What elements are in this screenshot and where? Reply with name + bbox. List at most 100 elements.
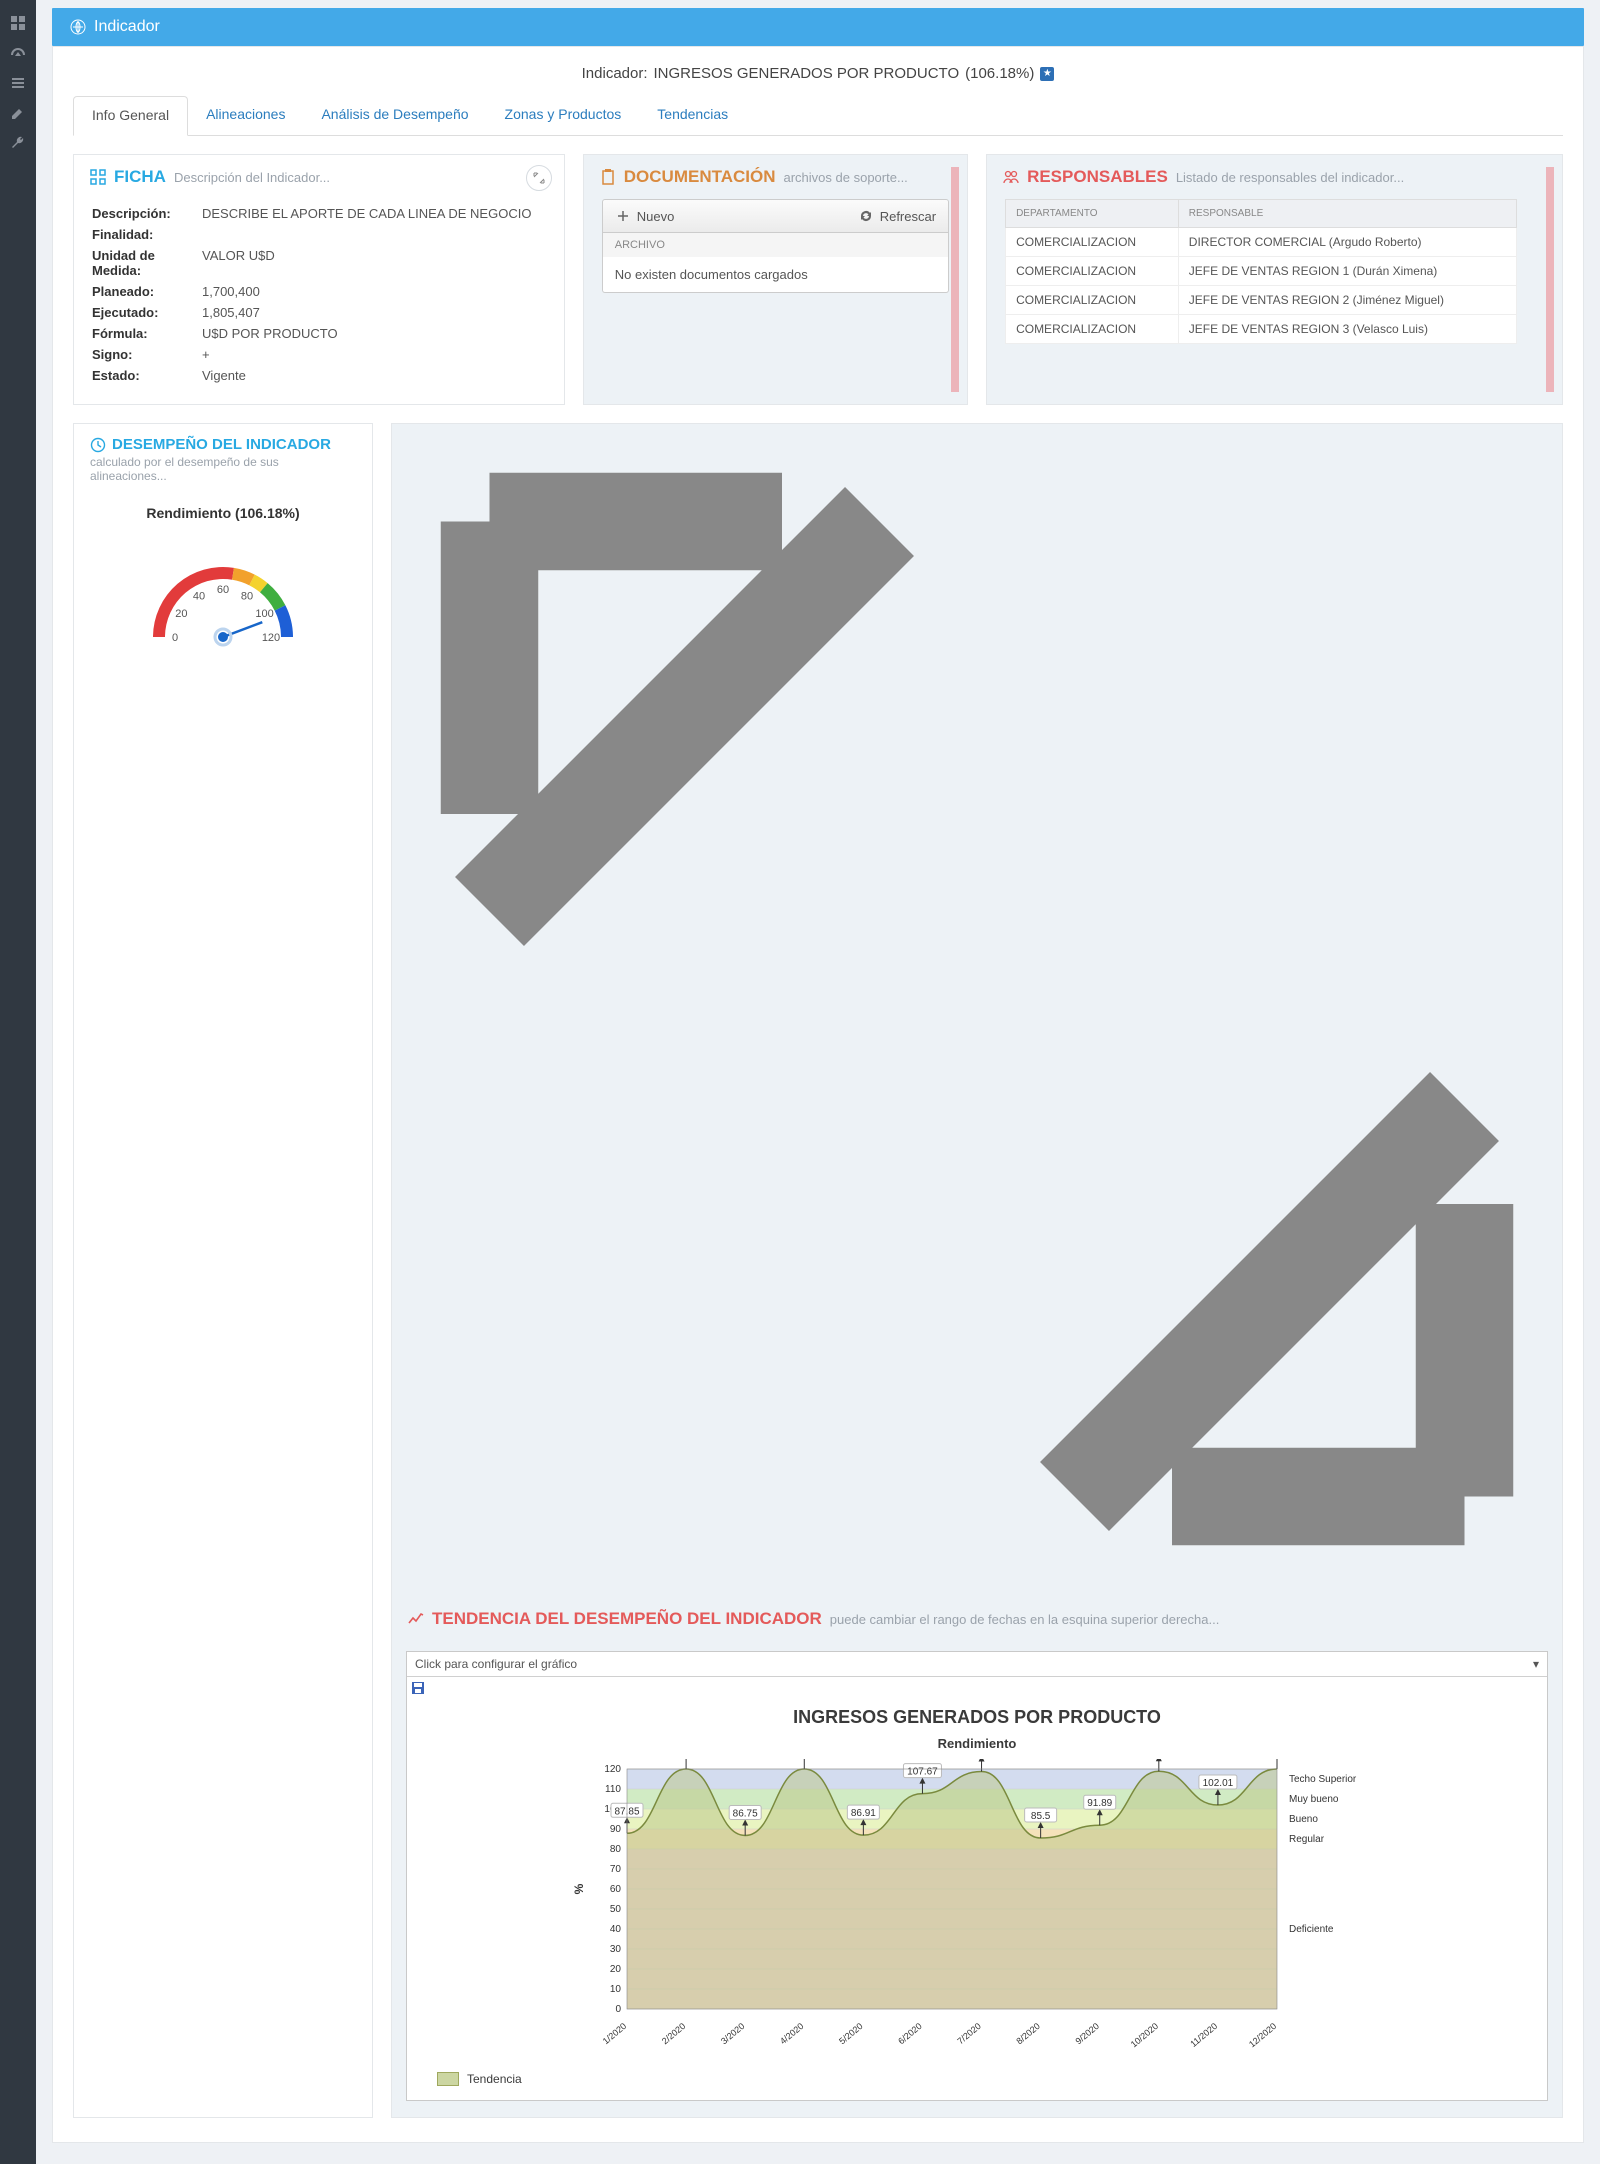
tab-alineaciones[interactable]: Alineaciones — [188, 96, 303, 135]
table-row[interactable]: COMERCIALIZACIONDIRECTOR COMERCIAL (Argu… — [1006, 228, 1517, 257]
refresh-icon — [858, 208, 874, 224]
svg-text:40: 40 — [610, 1924, 622, 1935]
svg-text:102.01: 102.01 — [1203, 1778, 1234, 1789]
svg-text:11/2020: 11/2020 — [1188, 2021, 1219, 2049]
doc-new-button[interactable]: Nuevo — [615, 208, 675, 224]
svg-text:4/2020: 4/2020 — [778, 2021, 806, 2046]
svg-text:30: 30 — [610, 1944, 622, 1955]
nav-dashboard-icon[interactable] — [0, 8, 36, 38]
svg-text:70: 70 — [610, 1864, 622, 1875]
page-title: Indicador — [94, 18, 160, 36]
ficha-subtitle: Descripción del Indicador... — [174, 170, 330, 185]
svg-text:91.89: 91.89 — [1087, 1798, 1112, 1809]
page-title-bar: Indicador — [52, 8, 1584, 46]
svg-text:7/2020: 7/2020 — [955, 2021, 983, 2046]
doc-refresh-button[interactable]: Refrescar — [858, 208, 936, 224]
svg-text:90: 90 — [610, 1824, 622, 1835]
responsables-table: DEPARTAMENTO RESPONSABLE COMERCIALIZACIO… — [1005, 199, 1517, 344]
grid-icon — [90, 169, 106, 185]
ficha-expand-button[interactable] — [526, 165, 552, 191]
svg-text:12/2020: 12/2020 — [1247, 2021, 1278, 2050]
nav-edit-icon[interactable] — [0, 98, 36, 128]
legend-swatch-icon — [437, 2072, 459, 2086]
panel-documentacion: DOCUMENTACIÓN archivos de soporte... Nue… — [583, 154, 968, 405]
trend-legend: Tendencia — [437, 2072, 1537, 2086]
indicator-header: Indicador: INGRESOS GENERADOS POR PRODUC… — [73, 61, 1563, 96]
trend-icon — [408, 1611, 424, 1627]
users-icon — [1003, 169, 1019, 185]
svg-text:Bueno: Bueno — [1289, 1814, 1318, 1825]
svg-text:100: 100 — [255, 608, 273, 620]
trend-subtitle: puede cambiar el rango de fechas en la e… — [830, 1612, 1220, 1627]
clock-icon — [90, 437, 106, 453]
doc-subtitle: archivos de soporte... — [784, 170, 908, 185]
svg-text:Regular: Regular — [1289, 1834, 1325, 1845]
svg-text:86.75: 86.75 — [733, 1809, 758, 1820]
svg-text:60: 60 — [610, 1884, 622, 1895]
ficha-title: FICHA — [114, 167, 166, 187]
clipboard-icon — [600, 169, 616, 185]
chart-title: INGRESOS GENERADOS POR PRODUCTO — [417, 1707, 1537, 1728]
trend-chart: Techo Superior Muy bueno Bueno Regular Defic… — [417, 1759, 1537, 2059]
tab-zonas[interactable]: Zonas y Productos — [487, 96, 640, 135]
tab-info-general[interactable]: Info General — [73, 96, 188, 136]
tab-analisis[interactable]: Análisis de Desempeño — [303, 96, 486, 135]
table-row[interactable]: COMERCIALIZACIONJEFE DE VENTAS REGION 3 … — [1006, 315, 1517, 344]
svg-text:2/2020: 2/2020 — [660, 2021, 688, 2046]
nav-wrench-icon[interactable] — [0, 128, 36, 158]
save-icon[interactable] — [411, 1681, 425, 1695]
svg-text:0: 0 — [172, 632, 178, 644]
chevron-down-icon: ▾ — [1533, 1657, 1539, 1671]
svg-text:120: 120 — [262, 632, 280, 644]
svg-text:%: % — [572, 1883, 586, 1894]
trend-expand-button[interactable] — [392, 424, 1562, 1597]
gauge-subtitle: calculado por el desempeño de sus alinea… — [90, 455, 356, 483]
ficha-table: Descripción:DESCRIBE EL APORTE DE CADA L… — [92, 203, 537, 386]
svg-text:80: 80 — [241, 590, 253, 602]
svg-text:107.67: 107.67 — [907, 1767, 938, 1778]
doc-title: DOCUMENTACIÓN — [624, 167, 776, 187]
col-dept: DEPARTAMENTO — [1006, 200, 1179, 228]
svg-text:85.5: 85.5 — [1031, 1811, 1051, 1822]
trend-title: TENDENCIA DEL DESEMPEÑO DEL INDICADOR — [432, 1609, 822, 1629]
svg-text:10/2020: 10/2020 — [1129, 2021, 1160, 2050]
svg-text:20: 20 — [610, 1964, 622, 1975]
col-resp: RESPONSABLE — [1178, 200, 1516, 228]
svg-text:40: 40 — [193, 590, 205, 602]
table-row[interactable]: COMERCIALIZACIONJEFE DE VENTAS REGION 2 … — [1006, 286, 1517, 315]
tab-bar: Info General Alineaciones Análisis de De… — [73, 96, 1563, 136]
panel-gauge: DESEMPEÑO DEL INDICADOR calculado por el… — [73, 423, 373, 2118]
chart-configure-bar[interactable]: Click para configurar el gráfico ▾ — [407, 1652, 1547, 1677]
nav-gauge-icon[interactable] — [0, 38, 36, 68]
doc-col-header: ARCHIVO — [602, 233, 949, 257]
resp-subtitle: Listado de responsables del indicador... — [1176, 170, 1404, 185]
svg-text:86.91: 86.91 — [851, 1808, 876, 1819]
svg-text:3/2020: 3/2020 — [719, 2021, 747, 2046]
table-row[interactable]: COMERCIALIZACIONJEFE DE VENTAS REGION 1 … — [1006, 257, 1517, 286]
svg-text:Deficiente: Deficiente — [1289, 1924, 1334, 1935]
svg-text:60: 60 — [217, 584, 229, 596]
svg-text:80: 80 — [610, 1844, 622, 1855]
svg-text:Muy bueno: Muy bueno — [1289, 1794, 1339, 1805]
resp-title: RESPONSABLES — [1027, 167, 1168, 187]
nav-list-icon[interactable] — [0, 68, 36, 98]
panel-ficha: FICHA Descripción del Indicador... Descr… — [73, 154, 565, 405]
svg-text:5/2020: 5/2020 — [837, 2021, 865, 2046]
globe-icon — [70, 19, 86, 35]
svg-text:0: 0 — [615, 2004, 621, 2015]
plus-icon — [615, 208, 631, 224]
gauge-value-label: Rendimiento (106.18%) — [90, 505, 356, 521]
svg-text:1/2020: 1/2020 — [601, 2021, 629, 2046]
svg-text:6/2020: 6/2020 — [896, 2021, 924, 2046]
svg-text:Techo Superior: Techo Superior — [1289, 1774, 1357, 1785]
svg-text:20: 20 — [175, 608, 187, 620]
chart-subtitle: Rendimiento — [417, 1736, 1537, 1751]
panel-responsables: RESPONSABLES Listado de responsables del… — [986, 154, 1563, 405]
svg-text:110: 110 — [605, 1784, 621, 1795]
tab-tendencias[interactable]: Tendencias — [639, 96, 746, 135]
star-badge-icon: ★ — [1040, 67, 1054, 81]
svg-text:50: 50 — [610, 1904, 622, 1915]
gauge-chart: 0 20 40 60 80100 120 — [123, 527, 323, 667]
doc-empty-msg: No existen documentos cargados — [602, 257, 949, 293]
svg-text:8/2020: 8/2020 — [1014, 2021, 1042, 2046]
